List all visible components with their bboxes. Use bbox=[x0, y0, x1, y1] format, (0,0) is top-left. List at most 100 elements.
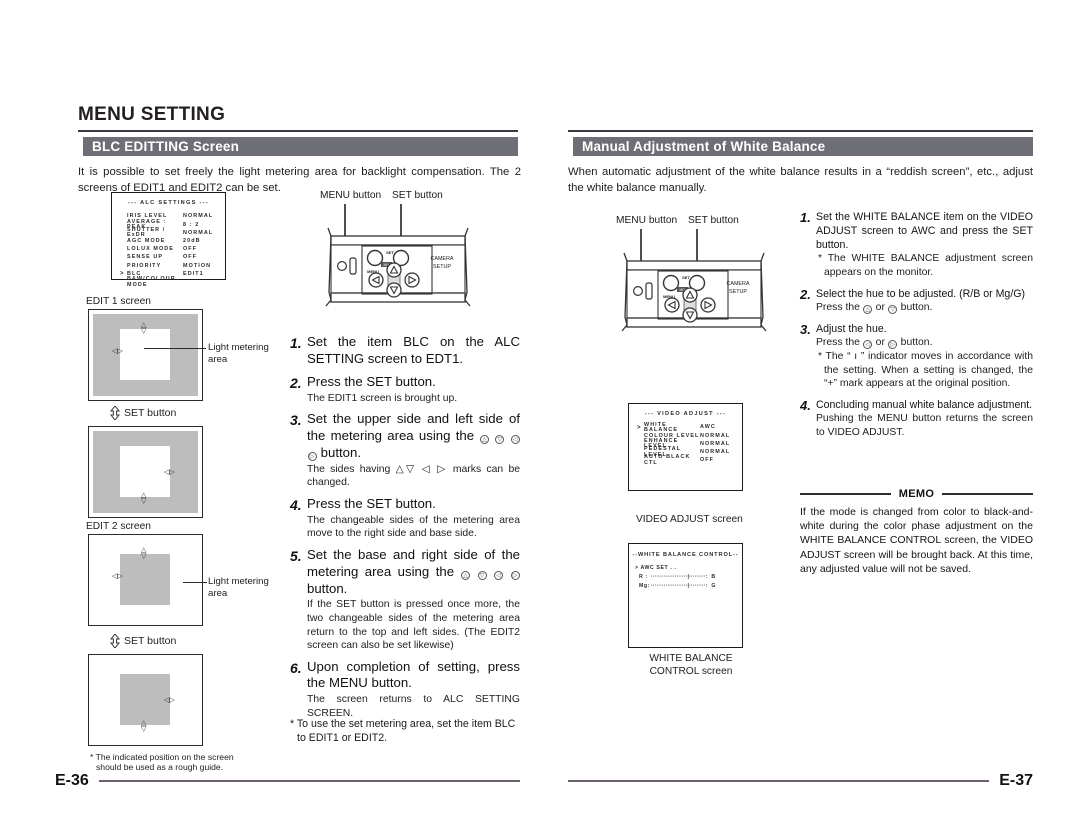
marker-left-right: ◁▷ bbox=[112, 348, 123, 355]
osd-row-value: OFF bbox=[183, 246, 198, 253]
svg-text:SET: SET bbox=[386, 250, 394, 255]
step-main-text: Set the base and right side of the meter… bbox=[307, 546, 520, 596]
section-header-label: Manual Adjustment of White Balance bbox=[582, 139, 826, 154]
footer-left: E-36 bbox=[55, 772, 520, 790]
marker-left-right: ◁▷ bbox=[164, 697, 175, 704]
memo-rule-right bbox=[942, 493, 1034, 495]
osd-cursor-row: > AWC SET . . bbox=[635, 564, 677, 571]
edit2-screen-diagram: △ ▽ ◁▷ bbox=[88, 534, 203, 626]
button-down-icon: ▽ bbox=[888, 304, 898, 314]
osd-cursor: > bbox=[637, 425, 642, 432]
step-body: Set the WHITE BALANCE item on the VIDEO … bbox=[816, 210, 1033, 280]
osd-row: SHUTTER / ExDR NORMAL bbox=[120, 227, 225, 238]
step-item: 1. Set the item BLC on the ALC SETTING sc… bbox=[290, 334, 520, 368]
title-underline bbox=[78, 130, 518, 132]
step-body: Upon completion of setting, press the ME… bbox=[307, 659, 520, 721]
osd-row: PRIORITY MOTION bbox=[120, 262, 225, 270]
section-header-white-balance: Manual Adjustment of White Balance bbox=[568, 137, 1033, 156]
svg-text:SETUP: SETUP bbox=[729, 289, 747, 295]
osd-row-label: AUTO BLACK CTL bbox=[644, 454, 691, 466]
svg-text:CAMERA: CAMERA bbox=[726, 281, 749, 287]
osd-cursor: > bbox=[120, 271, 125, 278]
step-number: 3. bbox=[290, 412, 302, 429]
step-item: 6. Upon completion of setting, press the … bbox=[290, 659, 520, 721]
metering-area-box bbox=[120, 329, 170, 380]
document-page: MENU SETTING BLC EDITTING Screen It is p… bbox=[0, 0, 1080, 834]
osd-row-label: B&W/COLOUR MODE bbox=[127, 276, 176, 288]
step-sub-text: Pushing the MENU button returns the scre… bbox=[816, 413, 1033, 439]
osd-row-value: NORMAL bbox=[183, 213, 214, 220]
step-body: Concluding manual white balance adjustme… bbox=[816, 398, 1033, 440]
osd-slider-label: R : bbox=[639, 573, 648, 580]
footer-rule-left bbox=[98, 780, 520, 782]
step-note-text: * The “ ı ” indicator moves in accordanc… bbox=[818, 350, 1033, 390]
osd-row-value: NORMAL bbox=[700, 448, 731, 455]
step-item: 4. Concluding manual white balance adjust… bbox=[800, 398, 1033, 440]
memo-rule-left bbox=[800, 493, 891, 495]
set-button-note-label-1: SET button bbox=[124, 407, 177, 419]
osd-slider-label: Mg: bbox=[639, 582, 651, 589]
svg-text:SETUP: SETUP bbox=[433, 264, 451, 270]
leader-line-edit2 bbox=[183, 582, 207, 583]
osd-row-value: 8 : 2 bbox=[183, 221, 200, 228]
memo-body: If the mode is changed from color to bla… bbox=[800, 506, 1033, 575]
osd-row: B&W/COLOUR MODE bbox=[120, 276, 225, 288]
osd-row-value: NORMAL bbox=[700, 440, 731, 447]
osd-row-value: OFF bbox=[700, 457, 715, 464]
osd-row-value: MOTION bbox=[183, 262, 212, 269]
osd-row-label: SENSE UP bbox=[127, 254, 164, 261]
step-body: Press the SET button. The changeable sid… bbox=[307, 496, 520, 541]
button-down-icon: ▽ bbox=[495, 435, 505, 445]
edit1-caption: EDIT 1 screen bbox=[86, 296, 151, 307]
step-number: 6. bbox=[290, 659, 302, 676]
osd-row-label: PRIORITY bbox=[127, 262, 162, 269]
step-body: Set the base and right side of the meter… bbox=[307, 547, 520, 653]
step-main-text: Upon completion of setting, press the ME… bbox=[307, 658, 520, 691]
white-balance-control-caption: WHITE BALANCE CONTROL screen bbox=[649, 653, 733, 677]
osd-slider-end-label: B bbox=[711, 573, 716, 580]
osd-slider-track: ····················|·········: bbox=[651, 573, 708, 580]
osd-row-value: NORMAL bbox=[700, 432, 731, 439]
step-sub-text: Press the △ or ▽ button. bbox=[816, 301, 933, 314]
svg-text:SET: SET bbox=[682, 275, 690, 280]
edit1-screen-diagram-alt: ◁▷ △ ▽ bbox=[88, 426, 203, 518]
intro-paragraph: When automatic adjustment of the white b… bbox=[568, 166, 1033, 195]
top-rule-right bbox=[568, 130, 1033, 132]
light-metering-label-1: Light metering area bbox=[208, 342, 269, 365]
step-number: 3. bbox=[800, 321, 811, 337]
osd-row: > WHITE BALANCE AWC bbox=[637, 422, 742, 433]
marker-up-down: △ ▽ bbox=[141, 492, 147, 505]
button-down-icon: ▽ bbox=[477, 570, 487, 580]
osd-title: --- ALC SETTINGS --- bbox=[127, 200, 210, 206]
osd-row-label: LOLUX MODE bbox=[127, 246, 174, 253]
page-number-left: E-36 bbox=[55, 772, 89, 789]
step-item: 3. Set the upper side and left side of th… bbox=[290, 411, 520, 490]
step-item: 3. Adjust the hue. Press the ◁ or ▷ button… bbox=[800, 322, 1033, 391]
step-body: Select the hue to be adjusted. (R/B or M… bbox=[816, 287, 1033, 315]
osd-row-value: OFF bbox=[183, 254, 198, 261]
diagram-footnote: * The indicated position on the screen s… bbox=[90, 752, 234, 773]
step-number: 4. bbox=[800, 398, 811, 414]
step-body: Adjust the hue. Press the ◁ or ▷ button. *… bbox=[816, 322, 1033, 391]
page-number-right: E-37 bbox=[999, 772, 1033, 789]
set-button-note-2: SET button bbox=[110, 634, 176, 648]
white-balance-step-list: 1. Set the WHITE BALANCE item on the VIDE… bbox=[800, 210, 1033, 447]
osd-row: AUTO BLACK CTL OFF bbox=[637, 454, 742, 466]
marker-left-right: ◁▷ bbox=[112, 573, 123, 580]
step-main-text: Press the SET button. bbox=[307, 495, 436, 511]
footer-rule-right bbox=[568, 780, 990, 782]
step-item: 2. Press the SET button. The EDIT1 screen… bbox=[290, 374, 520, 405]
edit2-caption: EDIT 2 screen bbox=[86, 521, 151, 532]
video-adjust-caption: VIDEO ADJUST screen bbox=[636, 514, 743, 525]
button-up-icon: △ bbox=[479, 435, 489, 445]
footer-right: E-37 bbox=[568, 772, 1033, 790]
marker-up-down: △ ▽ bbox=[141, 720, 147, 733]
step-note-text: * The WHITE BALANCE adjustment screen ap… bbox=[818, 253, 1033, 279]
camera-body-illustration-left: MIX SET MENU CAMERA SETUP bbox=[325, 204, 471, 307]
step-sub-text: The changeable sides of the metering are… bbox=[307, 514, 520, 540]
step-main-text: Set the upper side and left side of the … bbox=[307, 411, 520, 461]
button-up-icon: △ bbox=[863, 304, 873, 314]
metering-area-box bbox=[120, 446, 170, 497]
up-down-arrow-icon bbox=[110, 634, 120, 648]
blc-footnote: * To use the set metering area, set the … bbox=[290, 718, 516, 744]
